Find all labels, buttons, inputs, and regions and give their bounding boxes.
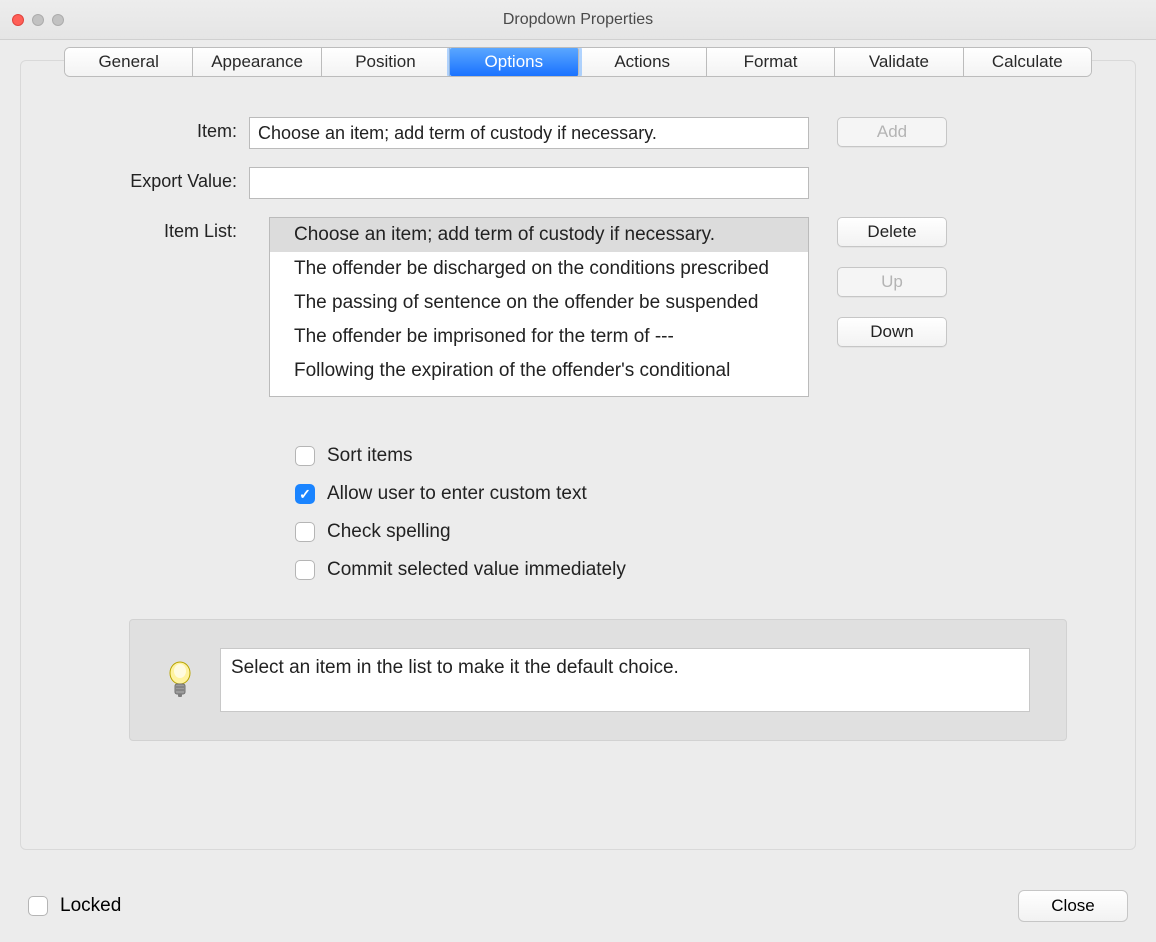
check-spelling-row[interactable]: Check spelling (295, 517, 1067, 547)
list-item[interactable]: Following the expiration of the offender… (270, 354, 808, 388)
add-button[interactable]: Add (837, 117, 947, 147)
properties-panel: General Appearance Position Options Acti… (20, 60, 1136, 850)
list-item[interactable]: Choose an item; add term of custody if n… (270, 218, 808, 252)
tab-format[interactable]: Format (707, 48, 835, 76)
allow-custom-row[interactable]: Allow user to enter custom text (295, 479, 1067, 509)
tab-actions[interactable]: Actions (579, 48, 707, 76)
down-button[interactable]: Down (837, 317, 947, 347)
tab-validate[interactable]: Validate (835, 48, 963, 76)
up-button[interactable]: Up (837, 267, 947, 297)
commit-immediately-checkbox[interactable] (295, 560, 315, 580)
hint-text: Select an item in the list to make it th… (220, 648, 1030, 712)
allow-custom-label: Allow user to enter custom text (327, 483, 587, 505)
sort-items-checkbox[interactable] (295, 446, 315, 466)
locked-checkbox[interactable] (28, 896, 48, 916)
tab-general[interactable]: General (65, 48, 193, 76)
item-input[interactable] (249, 117, 809, 149)
locked-label: Locked (60, 895, 121, 917)
tab-calculate[interactable]: Calculate (964, 48, 1091, 76)
check-spelling-label: Check spelling (327, 521, 451, 543)
locked-row[interactable]: Locked (28, 895, 121, 917)
item-listbox[interactable]: Choose an item; add term of custody if n… (269, 217, 809, 397)
commit-immediately-label: Commit selected value immediately (327, 559, 626, 581)
sort-items-row[interactable]: Sort items (295, 441, 1067, 471)
list-item[interactable]: The passing of sentence on the offender … (270, 286, 808, 320)
tab-bar: General Appearance Position Options Acti… (64, 47, 1092, 77)
list-item[interactable]: The offender be discharged on the condit… (270, 252, 808, 286)
commit-immediately-row[interactable]: Commit selected value immediately (295, 555, 1067, 585)
sort-items-label: Sort items (327, 445, 413, 467)
tab-position[interactable]: Position (322, 48, 450, 76)
dialog-footer: Locked Close (0, 870, 1156, 942)
export-value-input[interactable] (249, 167, 809, 199)
check-spelling-checkbox[interactable] (295, 522, 315, 542)
titlebar: Dropdown Properties (0, 0, 1156, 40)
item-list-label: Item List: (129, 217, 249, 242)
window-title: Dropdown Properties (0, 11, 1156, 29)
allow-custom-checkbox[interactable] (295, 484, 315, 504)
hint-box: Select an item in the list to make it th… (129, 619, 1067, 741)
lightbulb-icon (166, 660, 194, 700)
list-item[interactable]: The offender be imprisoned for the term … (270, 320, 808, 354)
tab-appearance[interactable]: Appearance (193, 48, 321, 76)
item-label: Item: (129, 117, 249, 142)
delete-button[interactable]: Delete (837, 217, 947, 247)
tab-options[interactable]: Options (450, 48, 578, 76)
close-button[interactable]: Close (1018, 890, 1128, 922)
export-value-label: Export Value: (129, 167, 249, 192)
